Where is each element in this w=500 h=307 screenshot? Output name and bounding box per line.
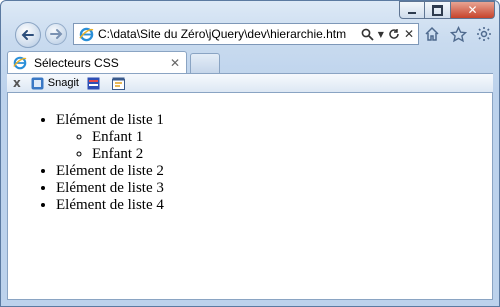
list-item-text: Elément de liste 4 [56,197,164,213]
ie-tab-icon [12,55,28,71]
snagit-editor-button[interactable] [87,76,104,90]
snagit-button[interactable]: Snagit [31,76,79,90]
list-item-text: Elément de liste 2 [56,163,164,179]
item-list: Elément de liste 1 Enfant 1 Enfant 2 Elé… [8,112,492,214]
list-item-text: Elément de liste 3 [56,180,164,196]
snagit-label: Snagit [47,77,79,89]
tab-title: Sélecteurs CSS [34,55,119,70]
list-item: Enfant 1 [92,129,492,146]
refresh-icon[interactable] [388,28,400,40]
maximize-button[interactable] [425,1,451,19]
tab-selecteurs-css[interactable]: Sélecteurs CSS ✕ [7,51,187,73]
list-item: Enfant 2 [92,146,492,163]
tab-close-icon[interactable]: ✕ [170,56,180,70]
navigation-bar: C:\data\Site du Zéro\jQuery\dev\hierarch… [7,19,493,49]
back-button[interactable] [15,22,41,48]
snagit-icon [31,76,45,90]
command-bar-close-icon[interactable]: x [13,76,21,90]
browser-window: ✕ C:\data\Site du Zéro\jQuery\dev\hierar… [0,0,500,307]
caption-buttons: ✕ [399,1,495,19]
list-item: Elément de liste 1 Enfant 1 Enfant 2 [56,112,492,163]
list-item-text: Elément de liste 1 [56,112,164,128]
search-icon[interactable] [361,28,374,41]
dropdown-icon[interactable]: ▼ [378,30,384,39]
address-bar[interactable]: C:\data\Site du Zéro\jQuery\dev\hierarch… [73,23,419,45]
list-item: Elément de liste 4 [56,197,492,214]
command-bar: x Snagit [7,73,493,92]
address-tools: ▼ ✕ [361,27,414,41]
snagit-editor-icon [87,76,101,90]
minimize-icon [408,12,416,14]
close-window-button[interactable]: ✕ [451,1,495,19]
back-arrow-icon [21,30,34,40]
list-item: Elément de liste 3 [56,180,492,197]
favorites-star-icon[interactable] [449,25,467,43]
address-input[interactable]: C:\data\Site du Zéro\jQuery\dev\hierarch… [98,27,361,41]
toolbar-right-icons [423,25,493,43]
snagit-capture-icon [112,76,126,90]
settings-gear-icon[interactable] [475,25,493,43]
home-icon[interactable] [423,25,441,43]
nested-list: Enfant 1 Enfant 2 [56,129,492,163]
stop-icon[interactable]: ✕ [404,27,414,41]
list-item: Elément de liste 2 [56,163,492,180]
list-item-text: Enfant 1 [92,129,144,145]
page-content: Elément de liste 1 Enfant 1 Enfant 2 Elé… [7,92,493,300]
minimize-button[interactable] [399,1,425,19]
forward-button[interactable] [45,23,67,45]
ie-page-icon [78,26,94,42]
close-icon: ✕ [467,3,478,17]
forward-arrow-icon [50,29,63,39]
new-tab-button[interactable] [190,53,220,73]
list-item-text: Enfant 2 [92,146,144,162]
tab-strip: Sélecteurs CSS ✕ [7,51,499,73]
snagit-capture-button[interactable] [112,76,129,90]
maximize-icon [432,4,443,16]
